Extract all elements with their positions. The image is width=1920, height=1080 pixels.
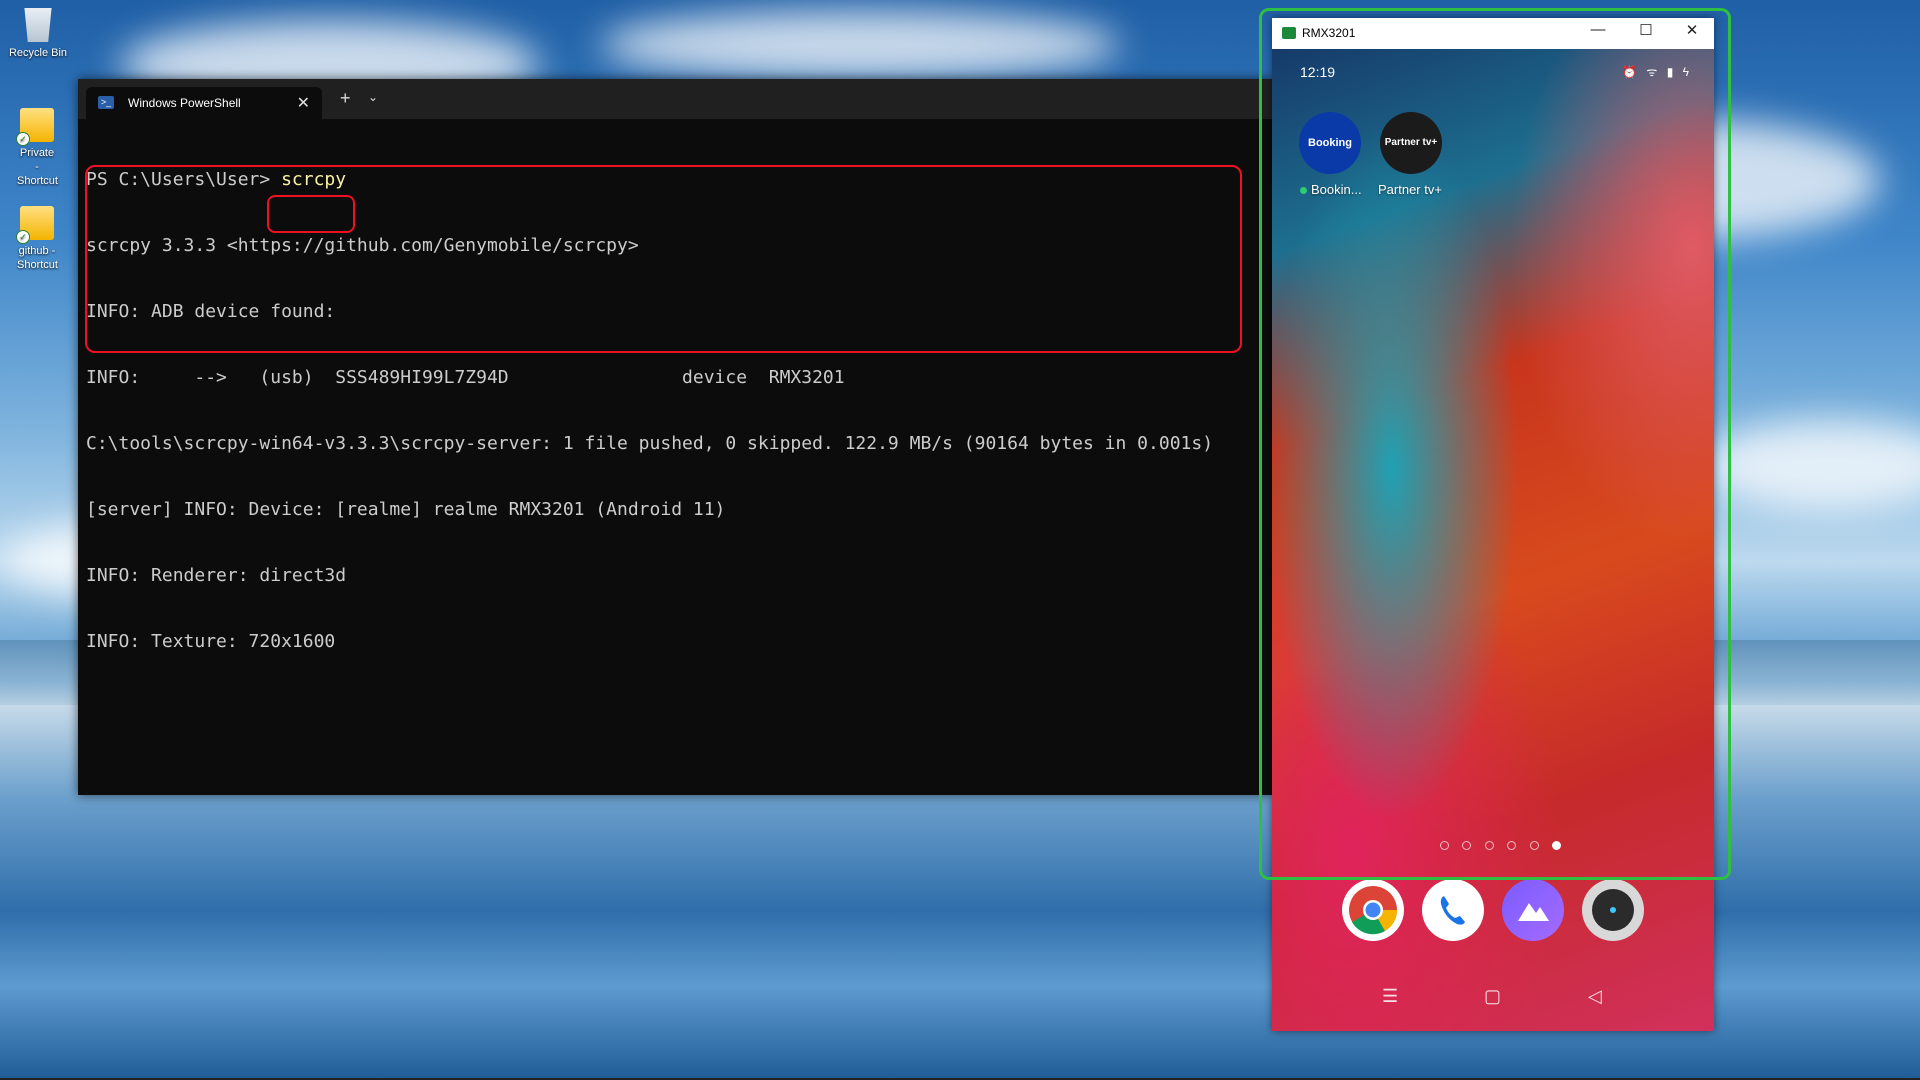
app-label-booking[interactable]: Bookin... [1300,182,1362,197]
home-button[interactable]: ▢ [1484,986,1501,1007]
terminal-tab-bar: >_ Windows PowerShell ✕ + ⌄ [78,79,1274,119]
page-dot-active [1552,841,1562,850]
scrcpy-window[interactable]: RMX3201 — ☐ ✕ 12:19 ⏰ ᯤ ▮ ϟ Booking Book… [1272,18,1714,1031]
scrcpy-window-title: RMX3201 [1302,26,1356,40]
desktop-icon-label: Private - Shortcut [17,147,58,187]
scrcpy-app-icon [1282,27,1296,39]
output-line: [server] INFO: Device: [realme] realme R… [86,499,726,520]
output-line: C:\tools\scrcpy-win64-v3.3.3\scrcpy-serv… [86,433,1214,454]
page-indicator [1440,837,1570,855]
new-badge-icon [1300,187,1307,194]
phone-icon[interactable] [1422,879,1484,941]
output-line: INFO: --> (usb) SSS489HI99L7Z94D device … [86,367,845,388]
tab-title: Windows PowerShell [128,96,241,110]
new-tab-button[interactable]: + [340,88,351,109]
recent-apps-button[interactable]: ☰ [1382,986,1398,1007]
page-dot [1507,841,1517,850]
page-dot [1529,841,1539,850]
phone-screen[interactable]: 12:19 ⏰ ᯤ ▮ ϟ Booking Bookin... Partner … [1272,49,1714,1031]
camera-icon[interactable] [1582,879,1644,941]
output-line: INFO: Texture: 720x1600 [86,631,336,652]
status-time: 12:19 [1300,64,1336,80]
recycle-bin-icon [24,8,52,42]
page-dot [1440,841,1449,850]
close-button[interactable]: ✕ [1672,21,1712,39]
powershell-icon: >_ [98,96,114,109]
output-highlight-box [85,165,1242,353]
tab-dropdown-button[interactable]: ⌄ [368,90,378,104]
desktop-icon-private-shortcut[interactable]: ✓ Private - Shortcut [2,108,72,188]
desktop-icon-label: github - Shortcut [17,245,58,271]
gallery-icon[interactable] [1502,879,1564,941]
partner-tv-app-icon[interactable]: Partner tv+ [1380,112,1442,174]
app-label-text: Bookin... [1311,182,1362,197]
booking-app-icon[interactable]: Booking [1299,112,1361,174]
maximize-button[interactable]: ☐ [1626,21,1666,39]
sync-check-icon: ✓ [16,230,30,244]
desktop-icon-label: Recycle Bin [8,47,68,59]
folder-icon: ✓ [16,108,54,146]
chrome-icon[interactable] [1342,879,1404,941]
booking-icon-text: Booking [1308,137,1352,149]
desktop-icon-github-shortcut[interactable]: ✓ github - Shortcut [2,206,72,272]
scrcpy-titlebar[interactable]: RMX3201 — ☐ ✕ [1272,18,1714,49]
partner-tv-icon-text: Partner tv+ [1384,137,1438,148]
tab-close-button[interactable]: ✕ [297,93,310,113]
output-line: INFO: Renderer: direct3d [86,565,347,586]
tab-windows-powershell[interactable]: >_ Windows PowerShell ✕ [86,87,322,119]
minimize-button[interactable]: — [1578,21,1618,38]
page-dot [1462,841,1472,850]
back-button[interactable]: ◁ [1588,986,1602,1007]
page-dot [1484,841,1494,850]
status-icons: ⏰ ᯤ ▮ ϟ [1622,65,1692,79]
powershell-window[interactable]: >_ Windows PowerShell ✕ + ⌄ PS C:\Users\… [78,79,1274,795]
sync-check-icon: ✓ [16,132,30,146]
folder-icon: ✓ [16,206,54,244]
app-label-partner-tv[interactable]: Partner tv+ [1378,182,1442,197]
desktop-icon-recycle-bin[interactable]: Recycle Bin [3,8,73,60]
